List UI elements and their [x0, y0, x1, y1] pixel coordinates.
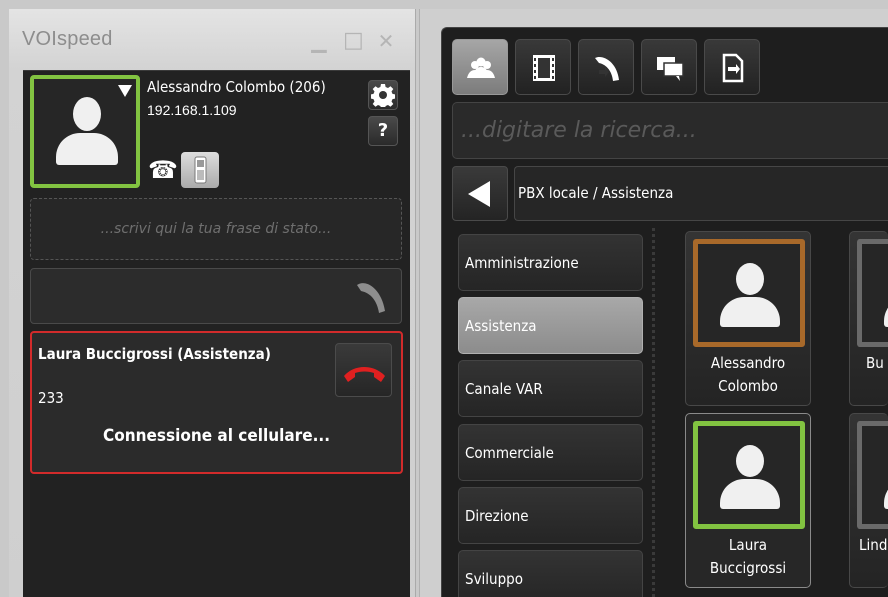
chat-tab[interactable]	[641, 39, 697, 95]
person-icon	[884, 445, 888, 511]
contact-name: Alessandro Colombo	[710, 354, 786, 395]
group-item-sviluppo[interactable]: Sviluppo	[458, 550, 643, 597]
status-message-input[interactable]: ...scrivi qui la tua frase di stato...	[30, 198, 402, 260]
close-icon[interactable]: ✕	[376, 31, 396, 51]
person-icon	[56, 97, 118, 167]
dial-input[interactable]	[30, 268, 402, 324]
history-tab[interactable]	[515, 39, 571, 95]
avatar[interactable]	[30, 75, 140, 188]
contact-name: Lind	[859, 536, 888, 554]
divider	[652, 228, 655, 597]
contact-avatar	[857, 421, 888, 529]
contacts-tab[interactable]	[452, 39, 508, 95]
settings-button[interactable]	[368, 80, 398, 110]
group-item-amministrazione[interactable]: Amministrazione	[458, 234, 643, 291]
phone-forward-icon	[722, 53, 744, 83]
person-icon	[884, 263, 888, 329]
caller-extension: 233	[38, 389, 64, 407]
mobile-button[interactable]	[181, 152, 219, 188]
contact-avatar	[693, 421, 805, 529]
gear-icon	[370, 84, 396, 109]
handset-icon[interactable]	[351, 277, 391, 317]
caller-name: Laura Buccigrossi (Assistenza)	[38, 345, 271, 363]
mobile-phone-icon	[194, 156, 207, 184]
group-item-assistenza[interactable]: Assistenza	[458, 297, 643, 354]
contact-name: Bu	[866, 354, 884, 372]
minimize-icon[interactable]: ▁	[309, 31, 329, 51]
search-input[interactable]	[461, 103, 881, 158]
hangup-button[interactable]	[335, 343, 392, 397]
person-icon	[720, 263, 780, 329]
window-title: VOIspeed	[22, 28, 113, 50]
user-name: Alessandro Colombo (206)	[147, 78, 326, 96]
contact-card[interactable]: Alessandro Colombo	[685, 231, 811, 406]
person-icon	[720, 445, 780, 511]
maximize-icon[interactable]: □	[343, 30, 364, 52]
contact-card[interactable]: Bu	[849, 231, 888, 406]
breadcrumb: PBX locale / Assistenza	[518, 184, 674, 202]
contact-card[interactable]: Lind	[849, 413, 888, 588]
contact-avatar	[693, 239, 805, 347]
group-item-direzione[interactable]: Direzione	[458, 487, 643, 544]
back-button[interactable]	[452, 166, 508, 221]
call-transfer-icon	[595, 56, 619, 81]
contact-card[interactable]: Laura Buccigrossi	[685, 413, 811, 588]
contact-avatar	[857, 239, 888, 347]
transfer-tab[interactable]	[578, 39, 634, 95]
forward-tab[interactable]	[704, 39, 760, 95]
contact-name: Laura Buccigrossi	[709, 536, 787, 577]
desk-phone-icon[interactable]: ☎	[148, 156, 178, 184]
call-status: Connessione al cellulare...	[102, 426, 331, 446]
back-arrow-icon	[468, 181, 490, 207]
hangup-icon	[344, 367, 385, 382]
user-ip: 192.168.1.109	[147, 102, 237, 118]
group-item-canale-var[interactable]: Canale VAR	[458, 360, 643, 417]
group-item-commerciale[interactable]: Commerciale	[458, 424, 643, 481]
chat-icon	[657, 57, 684, 81]
contacts-icon	[467, 57, 495, 78]
dropdown-arrow-icon[interactable]	[118, 85, 132, 97]
search-field	[452, 102, 888, 159]
film-icon	[533, 55, 555, 81]
help-button[interactable]: ?	[368, 116, 398, 146]
